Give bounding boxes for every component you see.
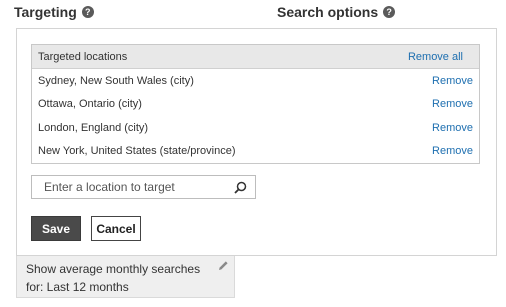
location-search-input[interactable] <box>44 180 229 194</box>
location-name: Sydney, New South Wales (city) <box>38 74 194 87</box>
table-header: Targeted locations Remove all <box>32 45 479 69</box>
targeting-panel: Targeted locations Remove all Sydney, Ne… <box>16 28 497 256</box>
monthly-searches-setting[interactable]: Show average monthly searches for: Last … <box>16 256 235 298</box>
location-search-field <box>31 175 256 199</box>
location-name: London, England (city) <box>38 121 149 134</box>
targeting-heading: Targeting ? <box>14 4 94 20</box>
remove-all-link[interactable]: Remove all <box>408 51 463 63</box>
remove-link[interactable]: Remove <box>432 122 473 134</box>
search-options-heading: Search options ? <box>277 4 396 20</box>
help-icon[interactable]: ? <box>81 6 94 18</box>
table-row: Sydney, New South Wales (city) Remove <box>32 69 479 93</box>
table-row: Ottawa, Ontario (city) Remove <box>32 93 479 117</box>
location-name: New York, United States (state/province) <box>38 145 236 158</box>
pencil-icon[interactable] <box>218 260 229 271</box>
table-row: New York, United States (state/province)… <box>32 140 479 164</box>
targeted-locations-table: Targeted locations Remove all Sydney, Ne… <box>31 44 480 164</box>
location-name: Ottawa, Ontario (city) <box>38 98 142 111</box>
table-row: London, England (city) Remove <box>32 116 479 140</box>
save-button[interactable]: Save <box>31 216 81 241</box>
search-options-title: Search options <box>277 4 379 20</box>
targeting-page: Targeting ? Search options ? Targeted lo… <box>0 0 506 307</box>
help-icon[interactable]: ? <box>383 6 396 18</box>
table-header-label: Targeted locations <box>38 50 128 63</box>
remove-link[interactable]: Remove <box>432 145 473 157</box>
targeting-title: Targeting <box>14 4 77 20</box>
cancel-button[interactable]: Cancel <box>91 216 141 241</box>
remove-link[interactable]: Remove <box>432 75 473 87</box>
search-icon[interactable] <box>234 181 247 194</box>
monthly-searches-text: Show average monthly searches for: Last … <box>26 262 201 294</box>
remove-link[interactable]: Remove <box>432 98 473 110</box>
